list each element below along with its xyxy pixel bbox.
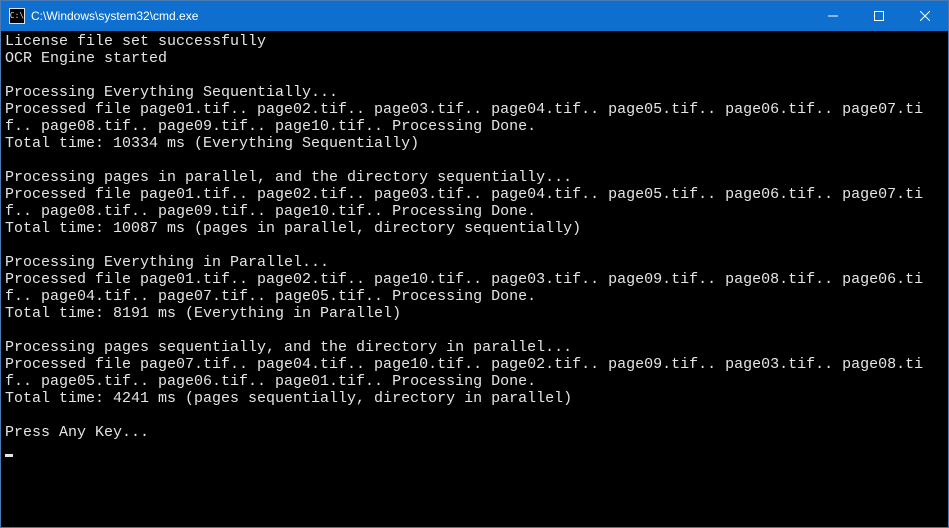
output-line: OCR Engine started <box>5 50 167 67</box>
cursor <box>5 454 13 457</box>
output-line: Processing Everything Sequentially... <box>5 84 338 101</box>
output-line: Processed file page01.tif.. page02.tif..… <box>5 186 923 220</box>
output-line: Processing pages in parallel, and the di… <box>5 169 572 186</box>
maximize-button[interactable] <box>856 1 902 31</box>
terminal-output[interactable]: License file set successfully OCR Engine… <box>1 31 948 527</box>
minimize-icon <box>828 11 838 21</box>
output-line: Total time: 10334 ms (Everything Sequent… <box>5 135 419 152</box>
output-line: License file set successfully <box>5 33 266 50</box>
window-controls <box>810 1 948 31</box>
output-line: Total time: 4241 ms (pages sequentially,… <box>5 390 572 407</box>
cmd-icon: C:\ <box>9 8 25 24</box>
output-line: Processed file page01.tif.. page02.tif..… <box>5 101 923 135</box>
output-line: Total time: 10087 ms (pages in parallel,… <box>5 220 581 237</box>
titlebar[interactable]: C:\ C:\Windows\system32\cmd.exe <box>1 1 948 31</box>
close-button[interactable] <box>902 1 948 31</box>
maximize-icon <box>874 11 884 21</box>
output-line: Processed file page07.tif.. page04.tif..… <box>5 356 923 390</box>
output-line: Processing Everything in Parallel... <box>5 254 329 271</box>
window-title: C:\Windows\system32\cmd.exe <box>31 9 810 23</box>
minimize-button[interactable] <box>810 1 856 31</box>
output-line: Total time: 8191 ms (Everything in Paral… <box>5 305 401 322</box>
output-line: Press Any Key... <box>5 424 149 441</box>
close-icon <box>920 11 930 21</box>
output-line: Processed file page01.tif.. page02.tif..… <box>5 271 923 305</box>
output-line: Processing pages sequentially, and the d… <box>5 339 572 356</box>
cmd-window: C:\ C:\Windows\system32\cmd.exe License … <box>0 0 949 528</box>
